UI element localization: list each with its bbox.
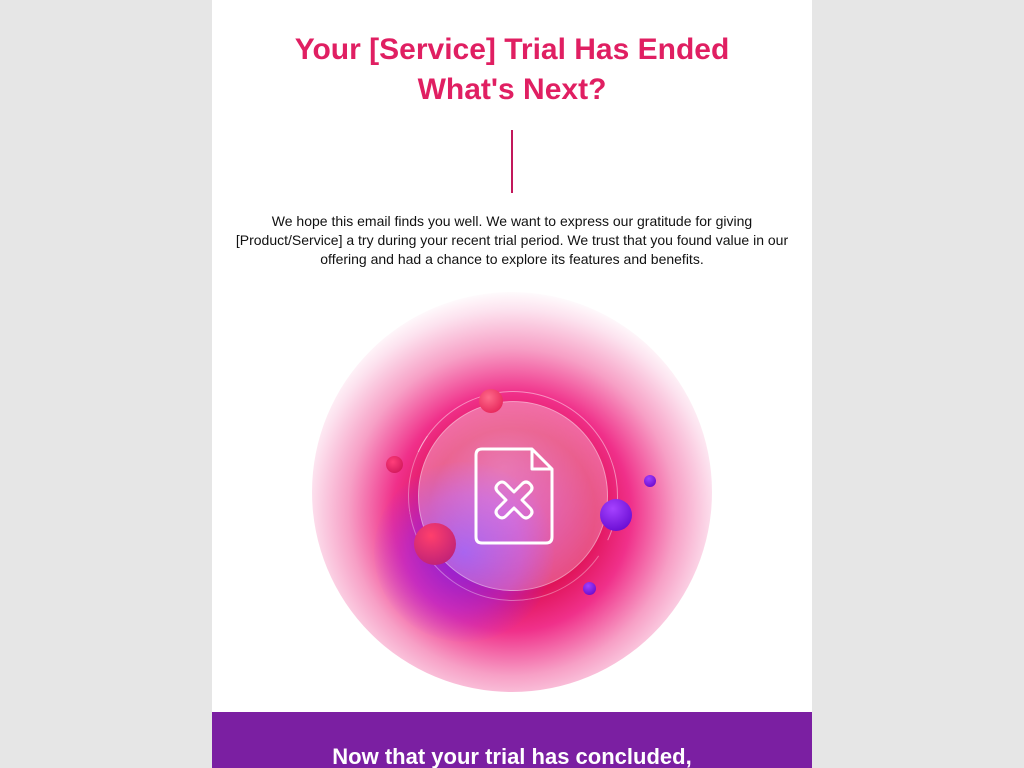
decorative-dot [479,389,503,413]
decorative-dot [600,499,632,531]
trial-concluded-band: Now that your trial has concluded, [212,712,812,768]
headline: Your [Service] Trial Has Ended What's Ne… [212,0,812,110]
document-x-icon [474,447,554,545]
decorative-dot [644,475,656,487]
headline-line-1: Your [Service] Trial Has Ended [294,33,730,66]
hero-illustration [294,282,730,702]
intro-paragraph: We hope this email finds you well. We wa… [235,213,789,267]
email-container: Your [Service] Trial Has Ended What's Ne… [212,0,812,768]
decorative-dot [583,582,596,595]
decorative-dot [386,456,403,473]
vertical-divider [511,130,513,193]
band-heading: Now that your trial has concluded, [332,744,692,768]
headline-line-2: What's Next? [417,73,607,106]
decorative-dot [414,523,456,565]
